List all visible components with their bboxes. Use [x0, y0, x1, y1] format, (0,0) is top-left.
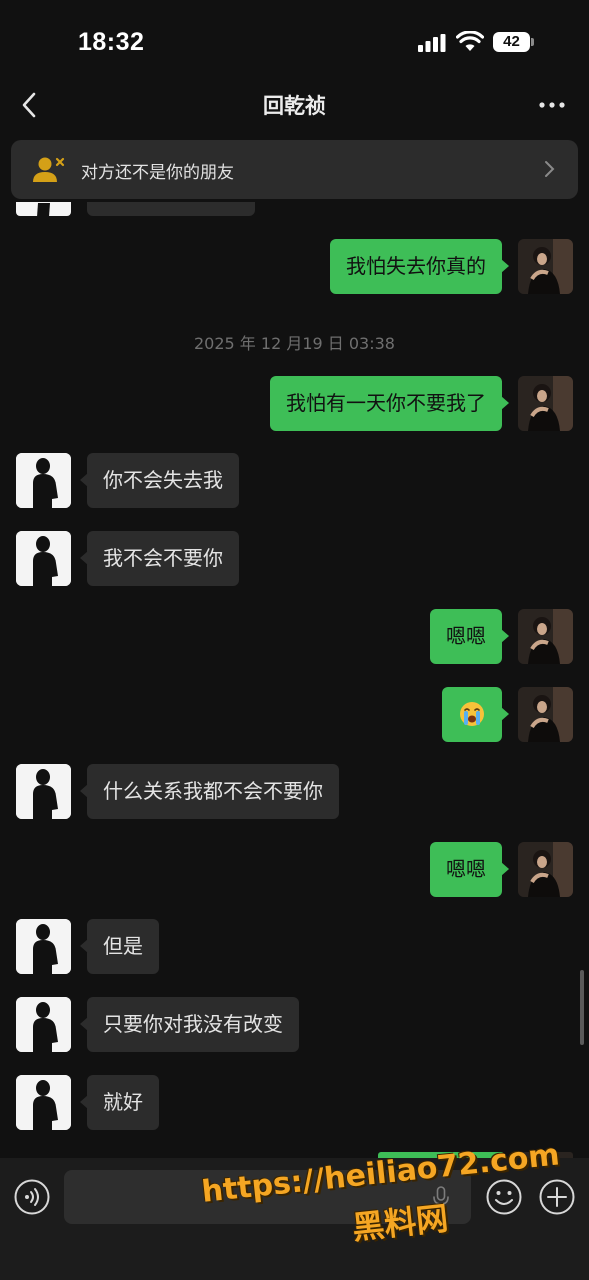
status-bar: 18:32 42: [0, 0, 589, 80]
wifi-icon: [456, 31, 484, 51]
not-friend-banner[interactable]: 对方还不是你的朋友: [11, 140, 578, 199]
status-time: 18:32: [78, 28, 145, 56]
chevron-right-icon: [545, 161, 555, 177]
more-dots-icon[interactable]: [530, 94, 574, 116]
avatar-contact[interactable]: [16, 1075, 71, 1130]
avatar[interactable]: [16, 202, 71, 216]
message-bubble-self[interactable]: 嗯嗯: [430, 609, 509, 664]
message-bubble-contact[interactable]: 只要你对我没有改变: [80, 997, 299, 1052]
battery-level: 42: [503, 33, 520, 50]
add-friend-icon: [33, 157, 65, 182]
voice-icon[interactable]: [13, 1178, 51, 1216]
chat-title: 回乾祯: [263, 94, 326, 118]
avatar-contact[interactable]: [16, 764, 71, 819]
avatar-contact[interactable]: [16, 531, 71, 586]
loudly-crying-face-emoji: [460, 701, 484, 726]
banner-text: 对方还不是你的朋友: [81, 163, 234, 183]
avatar-self[interactable]: [518, 239, 573, 294]
message-bubble-partial[interactable]: [87, 202, 255, 216]
message-bubble-contact[interactable]: 你不会失去我: [80, 453, 239, 508]
message-bubble-contact[interactable]: 我不会不要你: [80, 531, 239, 586]
avatar-self[interactable]: [518, 842, 573, 897]
avatar-self[interactable]: [518, 687, 573, 742]
message-bubble-self[interactable]: 嗯嗯: [430, 842, 509, 897]
message-bubble-contact[interactable]: 就好: [80, 1075, 159, 1130]
battery-icon: 42: [493, 32, 530, 52]
message-bubble-self[interactable]: 我怕有一天你不要我了: [270, 376, 509, 431]
battery-tip: [531, 38, 534, 46]
mic-icon[interactable]: [432, 1186, 450, 1210]
message-bubble-contact[interactable]: 什么关系我都不会不要你: [80, 764, 339, 819]
scrollbar[interactable]: [580, 970, 584, 1045]
smiley-icon[interactable]: [485, 1178, 523, 1216]
plus-icon[interactable]: [538, 1178, 576, 1216]
message-bubble-contact[interactable]: 但是: [80, 919, 159, 974]
avatar-self[interactable]: [518, 376, 573, 431]
signal-icon: [418, 34, 446, 52]
message-bubble-self[interactable]: 我怕失去你真的: [330, 239, 509, 294]
timestamp: 2025 年 12 月19 日 03:38: [194, 334, 395, 353]
message-bubble-self-emoji[interactable]: [442, 687, 509, 742]
avatar-contact[interactable]: [16, 919, 71, 974]
avatar-contact[interactable]: [16, 453, 71, 508]
message-input[interactable]: [64, 1170, 471, 1224]
avatar-contact[interactable]: [16, 997, 71, 1052]
avatar-self[interactable]: [518, 609, 573, 664]
